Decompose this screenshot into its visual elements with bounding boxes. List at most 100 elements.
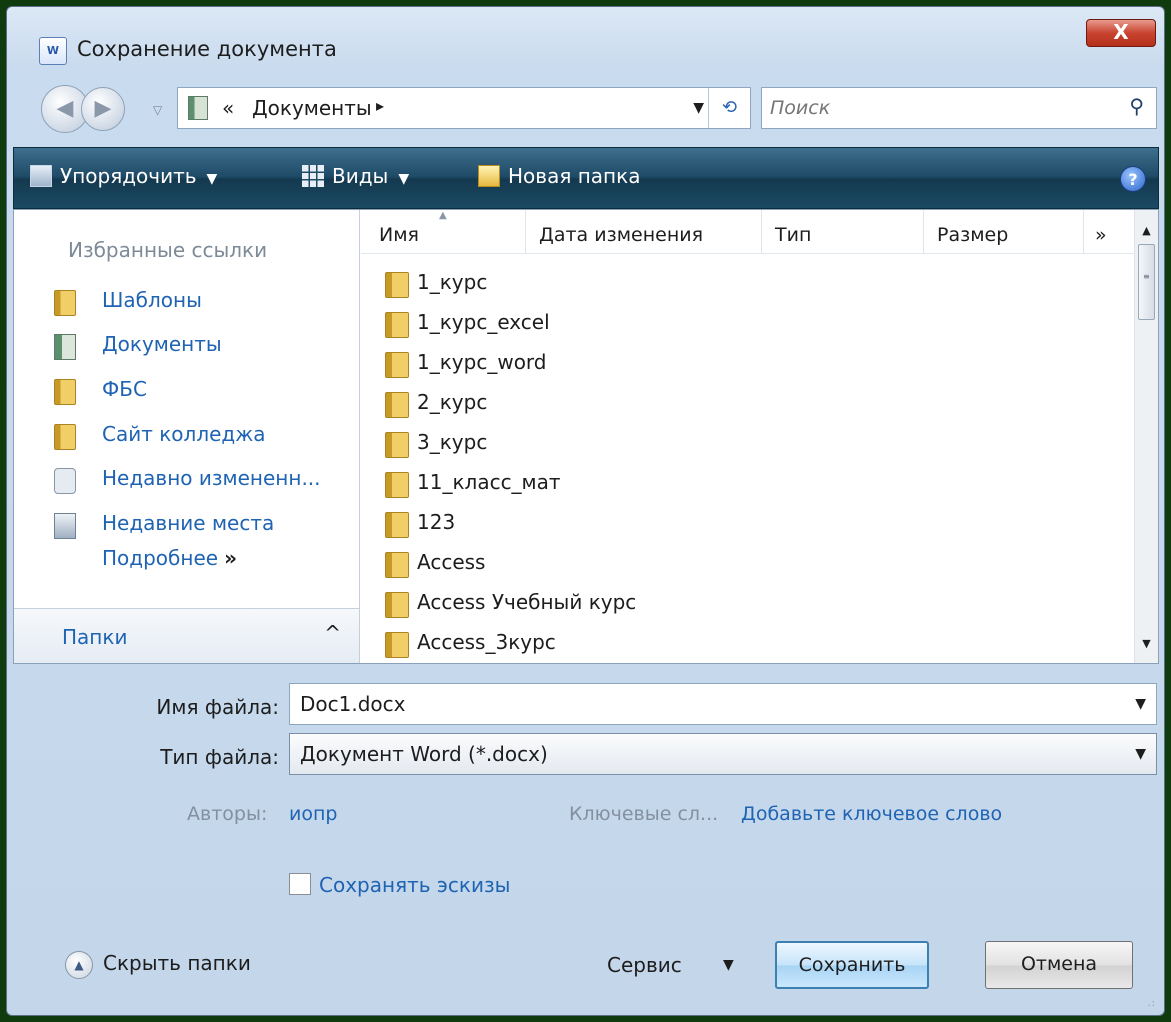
- chevron-double-right-icon: »: [224, 546, 237, 570]
- filetype-value: Документ Word (*.docx): [300, 742, 548, 766]
- filename-field[interactable]: Doc1.docx ▼: [289, 683, 1157, 725]
- folder-icon: [385, 392, 409, 418]
- forward-button[interactable]: ▶: [81, 87, 125, 131]
- tools-caret-icon[interactable]: ▼: [723, 957, 734, 973]
- new-folder-icon: [478, 165, 500, 187]
- address-dropdown-icon[interactable]: ▼: [693, 100, 704, 116]
- back-arrow-icon: ◀: [56, 96, 74, 121]
- organize-caret-icon: ▼: [206, 171, 218, 187]
- more-columns-icon[interactable]: »: [1095, 224, 1107, 246]
- save-thumbnails-label[interactable]: Сохранять эскизы: [319, 873, 510, 897]
- more-links[interactable]: Подробнее»: [102, 546, 237, 570]
- grip-icon: ≡: [1143, 272, 1150, 281]
- save-thumbnails-checkbox[interactable]: [289, 873, 311, 895]
- list-item-label: 1_курс_excel: [417, 310, 550, 334]
- navigation-pane: Избранные ссылки Шаблоны Документы ФБС С…: [14, 210, 360, 663]
- search-box[interactable]: ⚲: [761, 87, 1157, 129]
- help-icon[interactable]: ?: [1120, 166, 1146, 192]
- command-toolbar: Упорядочить ▼ Виды ▼ Новая папка ?: [13, 147, 1159, 209]
- column-divider[interactable]: [525, 210, 526, 254]
- folder-icon: [385, 312, 409, 338]
- folders-toggle[interactable]: Папки ^: [14, 608, 359, 663]
- column-type[interactable]: Тип: [775, 224, 811, 246]
- views-label: Виды: [332, 164, 389, 188]
- tools-button[interactable]: Сервис: [607, 953, 682, 977]
- list-item-label: 1_курс: [417, 270, 488, 294]
- chevron-down-icon[interactable]: ▼: [1135, 746, 1146, 762]
- folder-icon: [385, 472, 409, 498]
- sidebar-item-label: Недавние места: [102, 511, 275, 535]
- chevron-down-icon[interactable]: ▼: [1135, 696, 1146, 712]
- word-app-icon: W: [39, 37, 67, 65]
- address-bar[interactable]: « Документы ▸ ▼ ⟲: [177, 87, 751, 129]
- views-button[interactable]: Виды ▼: [302, 164, 409, 188]
- file-list: ▲ Имя Дата изменения Тип Размер » 1_курс…: [361, 210, 1135, 663]
- folder-icon: [385, 272, 409, 298]
- filename-value: Doc1.docx: [300, 692, 406, 716]
- column-size[interactable]: Размер: [937, 224, 1008, 246]
- sidebar-item-label: Сайт колледжа: [102, 422, 266, 446]
- list-item-label: 1_курс_word: [417, 350, 547, 374]
- list-item-label: 123: [417, 510, 456, 534]
- title-bar: W Сохранение документа X: [7, 7, 1164, 81]
- list-item-label: 2_курс: [417, 390, 488, 414]
- views-caret-icon: ▼: [398, 171, 410, 187]
- resize-grip-icon[interactable]: .:: [1147, 998, 1156, 1009]
- favorite-links-heading: Избранные ссылки: [68, 238, 268, 262]
- breadcrumb-documents[interactable]: Документы: [252, 96, 372, 120]
- scroll-thumb[interactable]: ≡: [1138, 244, 1155, 320]
- authors-field[interactable]: иопр: [289, 803, 337, 825]
- folder-icon: [385, 352, 409, 378]
- scroll-down-icon[interactable]: ▼: [1135, 631, 1158, 657]
- keywords-label: Ключевые сл...: [569, 803, 719, 825]
- breadcrumb-separator-icon[interactable]: ▸: [376, 96, 384, 115]
- keywords-field[interactable]: Добавьте ключевое слово: [741, 803, 1002, 825]
- recent-icon: [54, 468, 76, 494]
- column-name[interactable]: Имя: [379, 224, 419, 246]
- vertical-scrollbar[interactable]: ▲ ≡ ▼: [1134, 210, 1158, 663]
- folder-icon: [385, 432, 409, 458]
- column-date-modified[interactable]: Дата изменения: [539, 224, 703, 246]
- new-folder-button[interactable]: Новая папка: [478, 164, 640, 188]
- more-links-label: Подробнее: [102, 546, 219, 570]
- search-input[interactable]: [770, 94, 1110, 122]
- cancel-button[interactable]: Отмена: [985, 941, 1133, 989]
- scroll-up-icon[interactable]: ▲: [1135, 218, 1158, 244]
- views-grid-icon: [302, 165, 324, 187]
- hide-folders-button[interactable]: Скрыть папки: [103, 951, 251, 975]
- authors-label: Авторы:: [187, 803, 268, 825]
- window-title: Сохранение документа: [77, 37, 337, 61]
- folder-icon: [385, 632, 409, 658]
- sort-ascending-icon: ▲: [439, 210, 447, 221]
- chevron-up-icon[interactable]: ▲: [65, 951, 93, 979]
- close-button[interactable]: X: [1086, 19, 1156, 47]
- sidebar-item-label: Недавно измененн...: [102, 466, 321, 490]
- recent-pages-dropdown-icon[interactable]: ▽: [153, 103, 162, 117]
- refresh-button[interactable]: ⟲: [708, 88, 750, 128]
- column-divider[interactable]: [761, 210, 762, 254]
- folder-icon: [385, 552, 409, 578]
- organize-button[interactable]: Упорядочить ▼: [30, 164, 217, 188]
- breadcrumb-overflow[interactable]: «: [222, 96, 234, 120]
- save-button[interactable]: Сохранить: [775, 941, 929, 989]
- forward-arrow-icon: ▶: [94, 96, 112, 121]
- folder-icon: [385, 592, 409, 618]
- column-header-row: ▲ Имя Дата изменения Тип Размер »: [361, 210, 1135, 254]
- list-item-label: 3_курс: [417, 430, 488, 454]
- magnifier-icon[interactable]: ⚲: [1129, 94, 1144, 118]
- folder-icon: [54, 379, 76, 405]
- column-divider[interactable]: [923, 210, 924, 254]
- sidebar-item-label: Шаблоны: [102, 288, 202, 312]
- new-folder-label: Новая папка: [508, 164, 641, 188]
- column-divider[interactable]: [1083, 210, 1084, 254]
- documents-icon: [188, 96, 208, 120]
- save-dialog: W Сохранение документа X ◀ ▶ ▽ « Докумен…: [6, 6, 1165, 1016]
- filetype-select[interactable]: Документ Word (*.docx) ▼: [289, 733, 1157, 775]
- list-item-label: Access: [417, 550, 486, 574]
- sidebar-item-label: Документы: [102, 332, 222, 356]
- folder-icon: [54, 424, 76, 450]
- filetype-label: Тип файла:: [160, 745, 279, 769]
- filename-label: Имя файла:: [156, 695, 279, 719]
- list-item-label: Access_3курс: [417, 630, 556, 654]
- sidebar-item-label: ФБС: [102, 377, 147, 401]
